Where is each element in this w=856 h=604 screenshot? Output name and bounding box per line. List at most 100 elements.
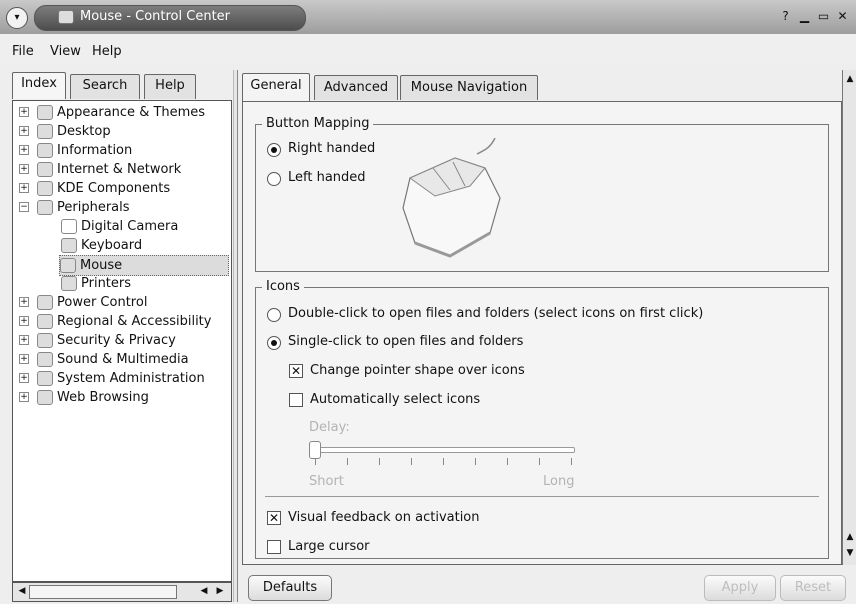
- tree-item-internet[interactable]: Internet & Network: [37, 160, 181, 179]
- printer-icon: [61, 276, 77, 291]
- tab-search[interactable]: Search: [70, 74, 140, 99]
- expand-icon[interactable]: +: [19, 392, 29, 402]
- icons-title: Icons: [262, 279, 304, 294]
- slider-tick: [411, 458, 412, 465]
- menu-file[interactable]: File: [12, 44, 34, 59]
- scroll-right-icon[interactable]: ▶: [213, 585, 227, 597]
- panel-splitter[interactable]: [233, 70, 238, 602]
- desktop-icon: [37, 124, 53, 139]
- expand-icon[interactable]: +: [19, 183, 29, 193]
- left-handed-radio[interactable]: [267, 172, 281, 186]
- tree-item-mouse[interactable]: Mouse: [59, 255, 229, 276]
- menu-bar: File View Help: [0, 34, 856, 64]
- keyboard-icon: [61, 238, 77, 253]
- tree-item-security[interactable]: Security & Privacy: [37, 331, 176, 350]
- peripherals-icon: [37, 200, 53, 215]
- slider-tick: [507, 458, 508, 465]
- tree-horizontal-scrollbar[interactable]: ◀ ◀ ▶: [12, 582, 232, 602]
- tree-item-digital-camera[interactable]: Digital Camera: [61, 217, 178, 236]
- visual-feedback-label: Visual feedback on activation: [288, 510, 480, 525]
- short-label: Short: [309, 474, 344, 489]
- security-icon: [37, 333, 53, 348]
- window-title: Mouse - Control Center: [80, 9, 231, 24]
- tree-item-keyboard[interactable]: Keyboard: [61, 236, 142, 255]
- module-tree: + Appearance & Themes + Desktop + Inform…: [12, 100, 232, 582]
- change-pointer-label: Change pointer shape over icons: [310, 363, 525, 378]
- menu-help[interactable]: Help: [92, 44, 122, 59]
- sound-icon: [37, 352, 53, 367]
- scroll-up-icon[interactable]: ▲: [844, 72, 856, 86]
- expand-icon[interactable]: +: [19, 335, 29, 345]
- minimize-icon[interactable]: ▁: [797, 9, 812, 24]
- mouse-illustration-icon: [402, 138, 501, 258]
- tree-item-kde-components[interactable]: KDE Components: [37, 179, 170, 198]
- tab-help[interactable]: Help: [144, 74, 196, 99]
- scroll-up-icon[interactable]: ▲: [844, 530, 856, 544]
- apply-button[interactable]: Apply: [704, 575, 776, 601]
- long-label: Long: [543, 474, 575, 489]
- scroll-left-icon[interactable]: ◀: [15, 585, 29, 597]
- app-icon: [58, 10, 74, 24]
- tree-item-web-browsing[interactable]: Web Browsing: [37, 388, 149, 407]
- tree-item-desktop[interactable]: Desktop: [37, 122, 111, 141]
- expand-icon[interactable]: +: [19, 164, 29, 174]
- document-icon: [61, 219, 77, 234]
- expand-icon[interactable]: +: [19, 145, 29, 155]
- scroll-down-icon[interactable]: ▼: [844, 546, 856, 560]
- button-mapping-title: Button Mapping: [262, 116, 374, 131]
- expand-icon[interactable]: +: [19, 373, 29, 383]
- collapse-icon[interactable]: −: [19, 202, 29, 212]
- tree-item-appearance[interactable]: Appearance & Themes: [37, 103, 205, 122]
- menu-view[interactable]: View: [50, 44, 81, 59]
- tree-item-sound[interactable]: Sound & Multimedia: [37, 350, 189, 369]
- expand-icon[interactable]: +: [19, 107, 29, 117]
- expand-icon[interactable]: +: [19, 126, 29, 136]
- delay-slider-track: [313, 447, 575, 453]
- delay-label: Delay:: [309, 420, 350, 435]
- expand-icon[interactable]: +: [19, 316, 29, 326]
- single-click-radio[interactable]: [267, 336, 281, 350]
- help-icon[interactable]: ?: [778, 9, 793, 24]
- large-cursor-label: Large cursor: [288, 539, 370, 554]
- slider-tick: [347, 458, 348, 465]
- scroll-left-icon[interactable]: ◀: [197, 585, 211, 597]
- delay-slider-handle[interactable]: [309, 441, 321, 459]
- tree-item-regional[interactable]: Regional & Accessibility: [37, 312, 211, 331]
- visual-feedback-checkbox[interactable]: ✕: [267, 511, 281, 525]
- change-pointer-checkbox[interactable]: ✕: [289, 364, 303, 378]
- left-handed-label: Left handed: [288, 170, 366, 185]
- slider-tick: [475, 458, 476, 465]
- close-icon[interactable]: ✕: [835, 9, 850, 24]
- tree-item-system-admin[interactable]: System Administration: [37, 369, 205, 388]
- maximize-icon[interactable]: ▭: [816, 9, 831, 24]
- expand-icon[interactable]: +: [19, 297, 29, 307]
- appearance-icon: [37, 105, 53, 120]
- slider-tick: [571, 458, 572, 465]
- panel-vertical-scrollbar[interactable]: ▲ ▲ ▼: [842, 70, 856, 565]
- power-icon: [37, 295, 53, 310]
- auto-select-checkbox[interactable]: [289, 393, 303, 407]
- right-handed-radio[interactable]: [267, 143, 281, 157]
- system-icon: [37, 371, 53, 386]
- expand-icon[interactable]: +: [19, 354, 29, 364]
- large-cursor-checkbox[interactable]: [267, 540, 281, 554]
- tree-item-information[interactable]: Information: [37, 141, 132, 160]
- information-icon: [37, 143, 53, 158]
- tree-item-printers[interactable]: Printers: [61, 274, 131, 293]
- defaults-button[interactable]: Defaults: [248, 575, 332, 601]
- web-icon: [37, 390, 53, 405]
- double-click-radio[interactable]: [267, 308, 281, 322]
- tab-general[interactable]: General: [242, 73, 310, 101]
- title-bar: ▾ Mouse - Control Center ? ▁ ▭ ✕: [0, 0, 856, 35]
- reset-button[interactable]: Reset: [780, 575, 846, 601]
- tree-item-peripherals[interactable]: Peripherals: [37, 198, 130, 217]
- window-menu-icon[interactable]: ▾: [6, 7, 28, 29]
- tab-mouse-navigation[interactable]: Mouse Navigation: [400, 75, 538, 100]
- tab-advanced[interactable]: Advanced: [314, 75, 398, 100]
- tab-index[interactable]: Index: [12, 72, 66, 99]
- double-click-label: Double-click to open files and folders (…: [288, 306, 704, 321]
- scroll-thumb[interactable]: [29, 585, 177, 599]
- slider-tick: [315, 458, 316, 465]
- network-icon: [37, 162, 53, 177]
- tree-item-power-control[interactable]: Power Control: [37, 293, 147, 312]
